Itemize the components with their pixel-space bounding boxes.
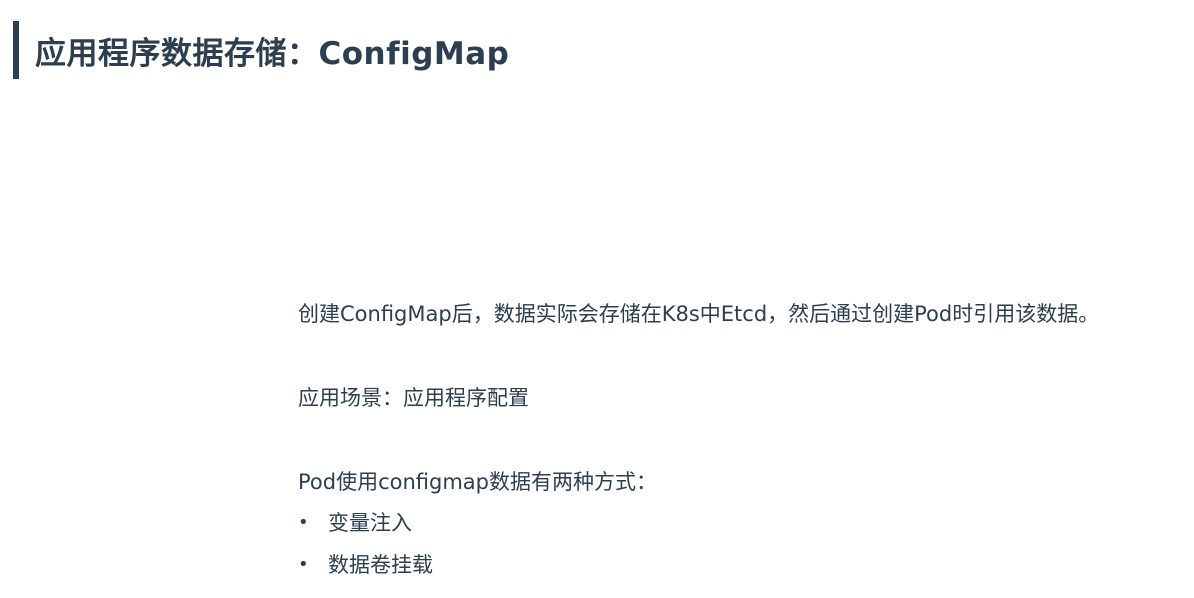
intro-paragraph: 创建ConfigMap后，数据实际会存储在K8s中Etcd，然后通过创建Pod时…	[298, 302, 1100, 326]
methods-heading: Pod使用configmap数据有两种方式：	[298, 470, 658, 494]
list-item: • 数据卷挂载	[298, 550, 433, 580]
page-title-block: 应用程序数据存储：ConfigMap	[13, 21, 509, 79]
list-item: • 变量注入	[298, 508, 412, 538]
page-title: 应用程序数据存储：ConfigMap	[35, 35, 510, 72]
bullet-icon: •	[298, 512, 309, 533]
scenario-paragraph: 应用场景：应用程序配置	[298, 386, 529, 410]
bullet-icon: •	[298, 554, 309, 575]
list-item-text: 变量注入	[328, 511, 412, 535]
list-item-text: 数据卷挂载	[328, 553, 433, 577]
title-accent-bar	[13, 21, 19, 79]
